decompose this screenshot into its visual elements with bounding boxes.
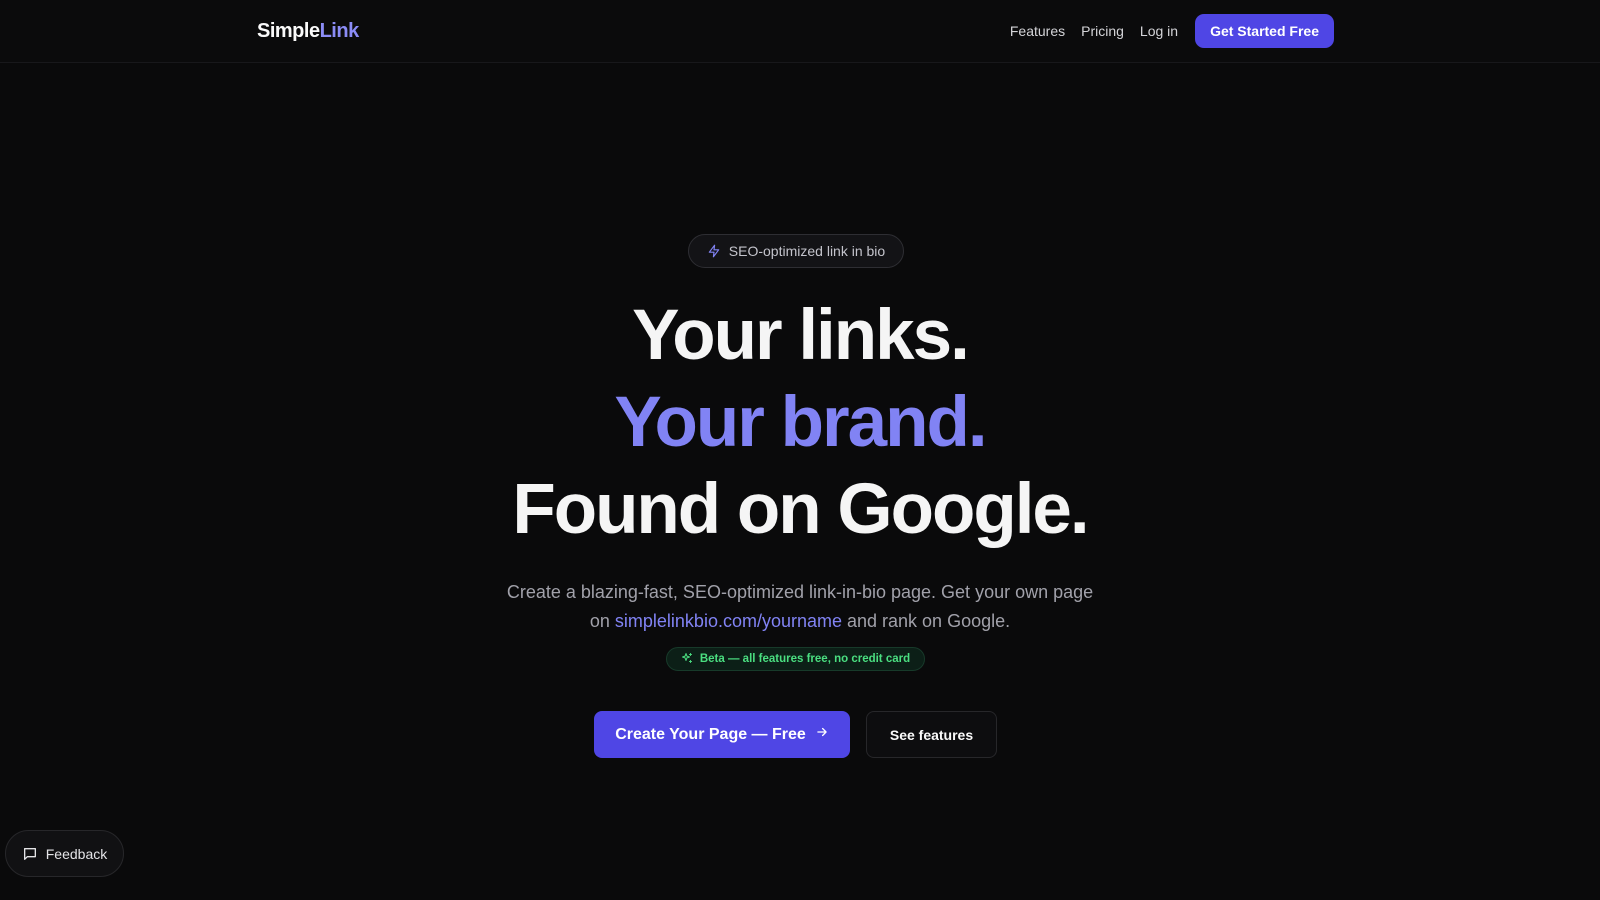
subtext-url: simplelinkbio.com/yourname [614, 611, 842, 631]
message-square-icon [22, 846, 38, 862]
subtext-part2: and rank on Google. [842, 611, 1011, 631]
seo-badge-label: SEO-optimized link in bio [728, 243, 886, 259]
headline-line-1: Your links. [632, 296, 970, 375]
lightning-icon [707, 244, 721, 258]
see-features-button[interactable]: See features [866, 711, 997, 758]
beta-badge: Beta — all features free, no credit card [666, 647, 925, 671]
sparkles-icon [681, 652, 693, 667]
hero-subtext: Create a blazing-fast, SEO-optimized lin… [500, 578, 1100, 636]
get-started-button[interactable]: Get Started Free [1195, 14, 1334, 48]
create-page-button[interactable]: Create Your Page — Free [594, 711, 850, 758]
create-page-label: Create Your Page — Free [615, 725, 806, 743]
seo-badge: SEO-optimized link in bio [688, 234, 904, 268]
headline-line-2: Your brand. [614, 383, 987, 462]
top-navbar: SimpleLink Features Pricing Log in Get S… [0, 0, 1600, 63]
feedback-button[interactable]: Feedback [5, 830, 124, 877]
brand-logo-part2: Link [319, 20, 360, 42]
hero-headline: Your links. Your brand. Found on Google. [0, 292, 1600, 553]
nav-link-login[interactable]: Log in [1140, 14, 1178, 48]
feedback-label: Feedback [45, 845, 108, 862]
headline-line-3: Found on Google. [512, 470, 1089, 549]
nav-link-features[interactable]: Features [1010, 14, 1065, 48]
nav-link-pricing[interactable]: Pricing [1081, 14, 1124, 48]
arrow-right-icon [815, 725, 829, 744]
main-nav: Features Pricing Log in Get Started Free [1010, 14, 1334, 48]
beta-badge-label: Beta — all features free, no credit card [699, 653, 911, 665]
brand-logo[interactable]: SimpleLink [257, 19, 359, 43]
brand-logo-part1: Simple [257, 20, 320, 42]
landing-page: SimpleLink Features Pricing Log in Get S… [0, 0, 1600, 900]
